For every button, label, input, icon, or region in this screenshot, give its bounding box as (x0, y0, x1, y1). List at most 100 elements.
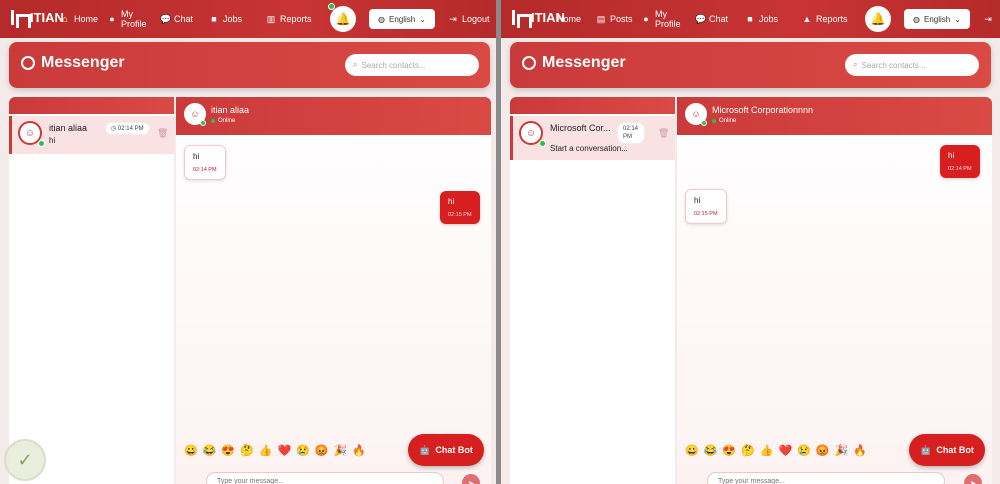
emoji-button[interactable]: 🤔 (741, 444, 755, 457)
emoji-button[interactable]: 😡 (816, 444, 830, 457)
notification-button[interactable]: 🔔 (330, 6, 356, 32)
message-text: hi (448, 197, 455, 206)
logo-icon (10, 8, 31, 28)
contact-time: ◷ 02:14 PM (105, 122, 150, 135)
emoji-button[interactable]: 🎉 (334, 444, 348, 457)
nav-reports[interactable]: ▲ Reports (802, 0, 848, 38)
nav-jobs-label: Jobs (759, 14, 779, 24)
emoji-button[interactable]: 😀 (184, 444, 198, 457)
message-bubble: hi 02:14 PM (940, 145, 980, 178)
messenger-title: Messenger (41, 54, 125, 71)
chat-header: ☺ Microsoft Corporationnnn Online (677, 97, 992, 135)
chevron-down-icon: ⌄ (954, 14, 961, 24)
online-indicator (200, 120, 206, 126)
chat-status: Online (712, 118, 736, 124)
user-icon: ● (643, 14, 649, 24)
bell-icon: 🔔 (335, 12, 351, 26)
search-box: ⌕ (845, 54, 979, 76)
emoji-button[interactable]: 👍 (760, 444, 774, 457)
emoji-button[interactable]: 😍 (221, 444, 235, 457)
logout-button[interactable]: ⇥ (983, 0, 993, 38)
nav-my-profile-label: My Profile (121, 9, 147, 29)
logout-button[interactable]: ⇥ Logout (448, 0, 489, 38)
search-box: ⌕ (345, 54, 479, 76)
trash-icon[interactable]: 🗑 (658, 128, 669, 139)
send-icon: ➤ (467, 478, 475, 484)
message-bubble: hi 02:14 PM (184, 145, 226, 180)
chat-bot-button[interactable]: 🤖 Chat Bot (909, 434, 985, 466)
emoji-button[interactable]: 😢 (296, 444, 310, 457)
nav-home-label: Home (557, 14, 582, 24)
nav-jobs[interactable]: ■ Jobs (745, 0, 778, 38)
contact-item[interactable]: ☺ itian aliaa hi ◷ 02:14 PM 🗑 (9, 116, 174, 154)
trash-icon[interactable]: 🗑 (157, 128, 168, 139)
contact-name: Microsoft Cor... (550, 123, 611, 133)
emoji-button[interactable]: 😀 (685, 444, 699, 457)
message-time: 02:14 PM (193, 167, 217, 173)
message-circle-icon (522, 56, 536, 70)
emoji-button[interactable]: 😡 (315, 444, 329, 457)
robot-icon: 🤖 (419, 444, 431, 455)
contacts-sidebar: ☺ Microsoft Cor... Start a conversation.… (510, 97, 675, 484)
message-input[interactable] (707, 472, 945, 484)
search-input[interactable] (861, 60, 962, 70)
nav-chat[interactable]: 💬 Chat (160, 0, 193, 38)
nav-jobs-label: Jobs (223, 14, 243, 24)
globe-icon: ◍ (913, 14, 921, 24)
emoji-button[interactable]: 👍 (259, 444, 273, 457)
emoji-button[interactable]: 🤔 (240, 444, 254, 457)
nav-reports-label: Reports (280, 14, 312, 24)
notification-button[interactable]: 🔔 (865, 6, 891, 32)
chat-contact-name: itian aliaa (211, 105, 250, 115)
contact-time: 02:14 PM (617, 122, 645, 144)
contacts-sidebar: ☺ itian aliaa hi ◷ 02:14 PM 🗑 (9, 97, 174, 484)
message-text: hi (948, 151, 955, 160)
contact-time-text: 02:14 PM (117, 126, 144, 132)
emoji-button[interactable]: ❤️ (278, 444, 292, 457)
chat-icon: 💬 (695, 13, 707, 24)
message-bubble: hi 02:15 PM (440, 191, 480, 224)
message-bubble: hi 02:15 PM (685, 189, 727, 224)
contact-item[interactable]: ☺ Microsoft Cor... Start a conversation.… (510, 116, 675, 160)
message-text: hi (694, 196, 701, 205)
logout-icon: ⇥ (449, 13, 457, 24)
search-input[interactable] (361, 60, 462, 70)
left-window: ITIAN ⌂ Home ● My Profile 💬 Chat ■ Jobs … (0, 0, 496, 484)
emoji-button[interactable]: ❤️ (779, 444, 793, 457)
send-button[interactable]: ➤ (964, 474, 982, 484)
chat-panel: ☺ Microsoft Corporationnnn Online hi 02:… (677, 97, 992, 484)
chart-icon: ▥ (266, 13, 276, 24)
chat-bot-label: Chat Bot (435, 445, 473, 455)
emoji-button[interactable]: 🎉 (835, 444, 849, 457)
language-select[interactable]: ◍ English ⌄ (369, 9, 435, 29)
language-select[interactable]: ◍ English ⌄ (904, 9, 970, 29)
nav-home[interactable]: Home (557, 0, 581, 38)
chat-contact-name: Microsoft Corporationnnn (712, 105, 814, 115)
emoji-button[interactable]: 😂 (203, 444, 217, 457)
warning-icon: ▲ (802, 14, 812, 24)
emoji-button[interactable]: 😍 (722, 444, 736, 457)
nav-home[interactable]: ⌂ Home (60, 0, 98, 38)
globe-icon: ◍ (378, 14, 386, 24)
emoji-button[interactable]: 🔥 (853, 444, 867, 457)
nav-my-profile[interactable]: ● My Profile (107, 0, 151, 38)
emoji-button[interactable]: 😂 (704, 444, 718, 457)
notification-dot (328, 3, 335, 10)
nav-reports[interactable]: ▥ Reports (266, 0, 312, 38)
nav-my-profile[interactable]: ● My Profile (641, 0, 685, 38)
message-text: hi (193, 152, 200, 161)
brand-logo[interactable]: ITIAN (10, 8, 64, 28)
send-button[interactable]: ➤ (462, 474, 480, 484)
language-label: English (924, 14, 951, 24)
emoji-button[interactable]: 🔥 (352, 444, 366, 457)
emoji-picker: 😀 😂 😍 🤔 👍 ❤️ 😢 😡 🎉 🔥 (685, 444, 867, 457)
emoji-button[interactable]: 😢 (797, 444, 811, 457)
nav-home-label: Home (74, 14, 99, 24)
nav-posts[interactable]: ▤ Posts (596, 0, 633, 38)
watermark-logo: ✓ (4, 439, 46, 481)
nav-reports-label: Reports (816, 14, 848, 24)
nav-jobs[interactable]: ■ Jobs (209, 0, 242, 38)
chat-bot-button[interactable]: 🤖 Chat Bot (408, 434, 484, 466)
nav-chat[interactable]: 💬 Chat (695, 0, 728, 38)
message-input[interactable] (206, 472, 444, 484)
